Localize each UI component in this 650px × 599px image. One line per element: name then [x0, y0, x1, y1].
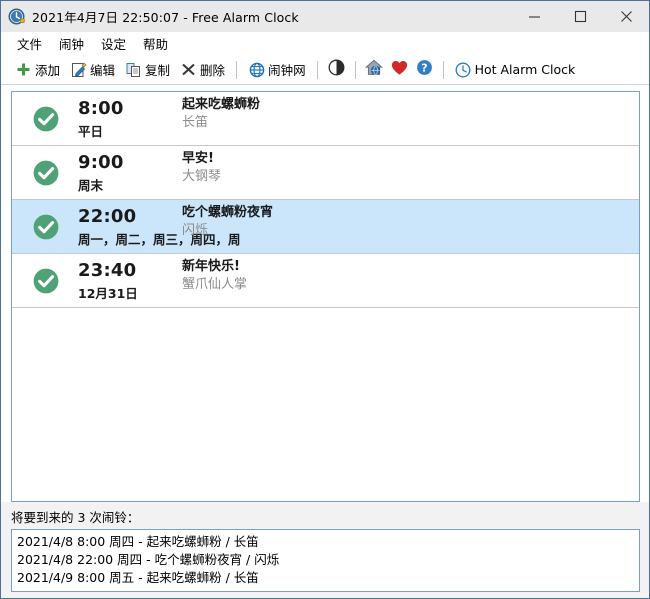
green-check-circle-icon[interactable] [32, 267, 60, 295]
heart-icon [391, 60, 408, 80]
close-button[interactable] [603, 1, 649, 32]
alarm-title: 起来吃螺蛳粉 [182, 97, 261, 112]
alarm-desc-cell: 新年快乐! 蟹爪仙人掌 [182, 254, 639, 294]
alarm-web-button[interactable]: 闹钟网 [243, 57, 311, 82]
list-item: 2021/4/8 22:00 周四 - 吃个螺蛳粉夜宵 / 闪烁 [17, 552, 280, 567]
delete-alarm-button[interactable]: 删除 [175, 57, 230, 82]
alarm-time: 23:40 [78, 260, 137, 281]
copy-pages-icon [125, 61, 142, 78]
alarm-sound: 闪烁 [182, 223, 209, 238]
globe-icon [248, 61, 265, 78]
copy-alarm-button[interactable]: 复制 [120, 57, 175, 82]
toolbar-separator [316, 60, 318, 79]
add-alarm-label: 添加 [35, 63, 61, 78]
menu-settings[interactable]: 设定 [93, 32, 135, 55]
pencil-edit-icon [70, 61, 87, 78]
alarm-time-cell: 23:40 12月31日 [60, 254, 182, 303]
minimize-button[interactable] [511, 1, 557, 32]
add-alarm-button[interactable]: 添加 [10, 57, 65, 82]
green-check-circle-icon[interactable] [32, 213, 60, 241]
menu-alarm[interactable]: 闹钟 [51, 32, 93, 55]
edit-alarm-label: 编辑 [90, 63, 116, 78]
alarm-sound: 蟹爪仙人掌 [182, 277, 248, 292]
table-row[interactable]: 9:00 周末 早安! 大钢琴 [12, 146, 639, 200]
menu-bar: 文件 闹钟 设定 帮助 [1, 32, 649, 55]
upcoming-listbox[interactable]: 2021/4/8 8:00 周四 - 起来吃螺蛳粉 / 长笛 2021/4/8 … [11, 529, 640, 592]
alarm-title: 早安! [182, 151, 214, 166]
alarm-sound: 长笛 [182, 115, 209, 130]
alarm-desc-cell: 吃个螺蛳粉夜宵 闪烁 [182, 200, 639, 240]
svg-text:?: ? [421, 62, 427, 75]
alarm-title: 新年快乐! [182, 259, 240, 274]
app-window: 2021年4月7日 22:50:07 - Free Alarm Clock 文件… [0, 0, 650, 599]
alarm-time-cell: 9:00 周末 [60, 146, 182, 195]
alarm-days: 周末 [78, 178, 104, 193]
home-button[interactable] [362, 57, 387, 82]
alarm-days: 12月31日 [78, 286, 138, 301]
clock-icon [455, 61, 472, 78]
alarm-web-label: 闹钟网 [268, 63, 306, 78]
toolbar-separator [354, 60, 356, 79]
hot-alarm-clock-label: Hot Alarm Clock [474, 62, 576, 77]
menu-file[interactable]: 文件 [9, 32, 51, 55]
menu-help[interactable]: 帮助 [135, 32, 177, 55]
contrast-circle-icon [328, 59, 345, 80]
hot-alarm-clock-button[interactable]: Hot Alarm Clock [450, 57, 581, 82]
table-row[interactable]: 8:00 平日 起来吃螺蛳粉 长笛 [12, 92, 639, 146]
edit-alarm-button[interactable]: 编辑 [65, 57, 120, 82]
alarm-days: 平日 [78, 124, 104, 139]
copy-alarm-label: 复制 [145, 63, 171, 78]
window-title: 2021年4月7日 22:50:07 - Free Alarm Clock [32, 10, 299, 25]
table-row[interactable]: 22:00 周一，周二，周三，周四，周 吃个螺蛳粉夜宵 闪烁 [12, 200, 639, 254]
table-row[interactable]: 23:40 12月31日 新年快乐! 蟹爪仙人掌 [12, 254, 639, 308]
upcoming-section: 将要到来的 3 次闹铃： 2021/4/8 8:00 周四 - 起来吃螺蛳粉 /… [1, 502, 649, 598]
alarm-list-area: 8:00 平日 起来吃螺蛳粉 长笛 9:00 周末 早安! 大钢琴 22:00 … [1, 85, 649, 502]
alarm-listbox[interactable]: 8:00 平日 起来吃螺蛳粉 长笛 9:00 周末 早安! 大钢琴 22:00 … [11, 91, 640, 502]
list-item: 2021/4/8 8:00 周四 - 起来吃螺蛳粉 / 长笛 [17, 534, 259, 549]
title-bar: 2021年4月7日 22:50:07 - Free Alarm Clock [1, 1, 649, 32]
alarm-desc-cell: 起来吃螺蛳粉 长笛 [182, 92, 639, 132]
question-help-icon: ? [416, 59, 433, 80]
toolbar: 添加 编辑 复制 删除 闹钟网 ? Hot Alarm Clock [1, 55, 649, 85]
home-globe-icon [365, 59, 384, 80]
alarm-time: 8:00 [78, 98, 124, 119]
x-delete-icon [180, 61, 197, 78]
alarm-sound: 大钢琴 [182, 169, 222, 184]
green-check-circle-icon[interactable] [32, 105, 60, 133]
delete-alarm-label: 删除 [200, 63, 226, 78]
alarm-time-cell: 8:00 平日 [60, 92, 182, 141]
list-item: 2021/4/9 8:00 周五 - 起来吃螺蛳粉 / 长笛 [17, 570, 259, 585]
favorite-button[interactable] [387, 57, 412, 82]
alarm-desc-cell: 早安! 大钢琴 [182, 146, 639, 186]
alarm-time: 9:00 [78, 152, 124, 173]
help-button[interactable]: ? [412, 57, 437, 82]
maximize-button[interactable] [557, 1, 603, 32]
upcoming-label: 将要到来的 3 次闹铃： [1, 502, 649, 529]
toolbar-separator [442, 60, 444, 79]
clock-bell-icon [8, 8, 26, 26]
toolbar-separator [236, 60, 238, 79]
green-check-circle-icon[interactable] [32, 159, 60, 187]
contrast-button[interactable] [324, 57, 349, 82]
window-controls [511, 1, 649, 32]
alarm-title: 吃个螺蛳粉夜宵 [182, 205, 274, 220]
plus-icon [15, 61, 32, 78]
